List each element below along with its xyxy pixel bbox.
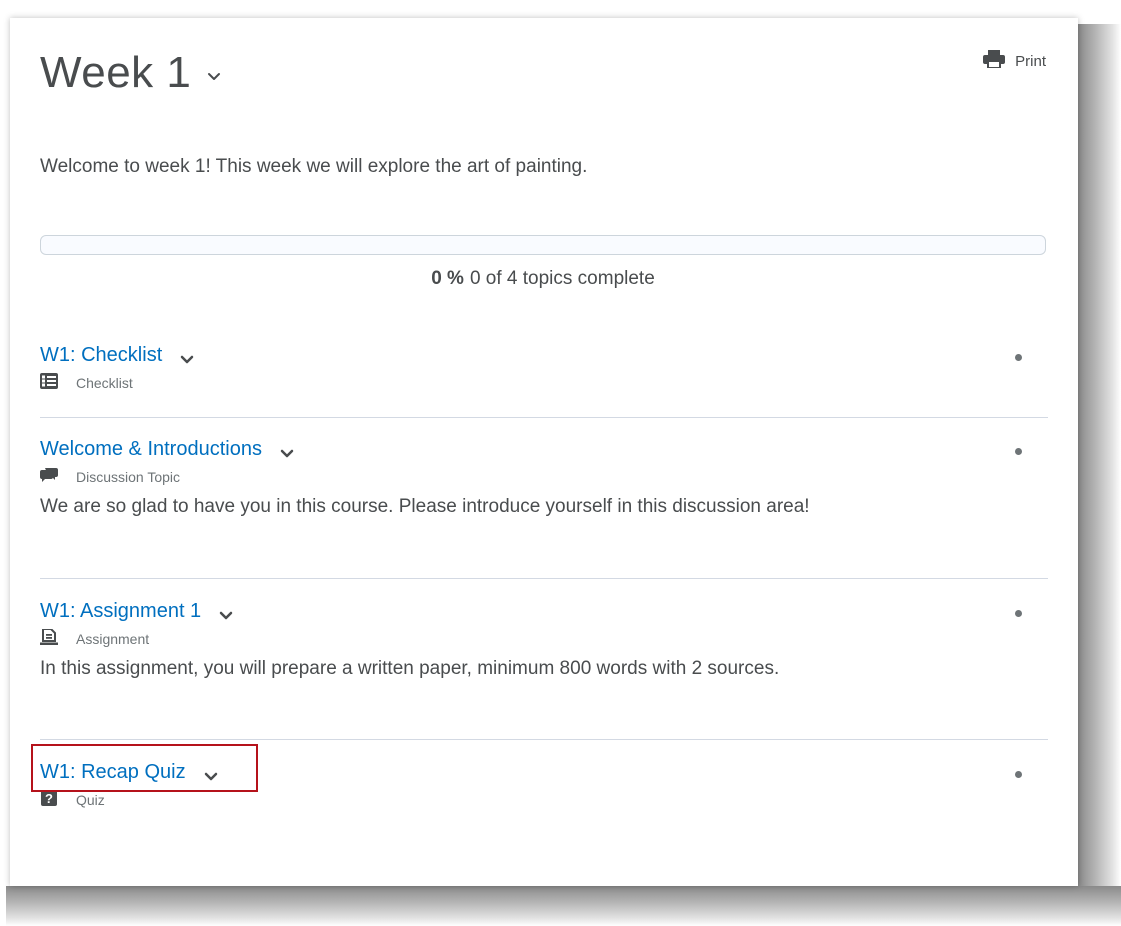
highlight-box bbox=[31, 744, 258, 792]
module-title: Week 1 bbox=[40, 48, 192, 97]
chevron-down-icon[interactable] bbox=[219, 608, 233, 620]
topic-divider bbox=[40, 417, 1048, 418]
progress-summary: 0 % 0 of 4 topics complete bbox=[40, 268, 1046, 290]
topic-title-link[interactable]: W1: Assignment 1 bbox=[40, 600, 201, 623]
printer-icon bbox=[983, 50, 1015, 72]
progress-count: 0 of 4 topics complete bbox=[469, 268, 655, 289]
checklist-icon bbox=[40, 373, 76, 392]
chevron-down-icon[interactable] bbox=[280, 446, 294, 458]
module-chevron-down-icon[interactable] bbox=[207, 70, 221, 84]
topic-status-dot bbox=[1015, 771, 1022, 778]
topic-description: We are so glad to have you in this cours… bbox=[40, 496, 810, 517]
module-heading: Week 1 bbox=[40, 48, 221, 98]
topic-status-dot bbox=[1015, 354, 1022, 361]
progress-percent: 0 % bbox=[431, 268, 464, 289]
topic-type-label: Checklist bbox=[76, 374, 133, 391]
chevron-down-icon[interactable] bbox=[180, 352, 194, 364]
module-intro-text: Welcome to week 1! This week we will exp… bbox=[40, 156, 588, 177]
topic-title-link[interactable]: Welcome & Introductions bbox=[40, 438, 262, 461]
topic-status-dot bbox=[1015, 448, 1022, 455]
progress-bar bbox=[40, 235, 1046, 255]
topic-item-checklist: W1: Checklist Checklist bbox=[40, 344, 1048, 392]
assignment-icon bbox=[40, 628, 76, 648]
topic-item-discussion: Welcome & Introductions Discussion Topic… bbox=[40, 438, 1048, 518]
print-button[interactable]: Print bbox=[983, 50, 1046, 72]
topic-type-label: Quiz bbox=[76, 791, 105, 808]
module-panel: Week 1 Print Welcome to week 1! This wee… bbox=[10, 18, 1078, 886]
discussion-icon bbox=[40, 467, 76, 486]
quiz-icon: ? bbox=[40, 790, 76, 809]
topic-status-dot bbox=[1015, 610, 1022, 617]
screenshot-stage: Week 1 Print Welcome to week 1! This wee… bbox=[0, 0, 1121, 926]
print-label: Print bbox=[1015, 52, 1046, 70]
topic-type-label: Discussion Topic bbox=[76, 468, 181, 485]
topic-title-link[interactable]: W1: Checklist bbox=[40, 344, 162, 367]
panel-shadow-right bbox=[1078, 24, 1121, 898]
topic-divider bbox=[40, 578, 1048, 579]
topic-type-label: Assignment bbox=[76, 630, 150, 647]
svg-text:?: ? bbox=[45, 791, 53, 806]
topic-divider bbox=[40, 739, 1048, 740]
topic-item-assignment: W1: Assignment 1 Assignment In this assi… bbox=[40, 600, 1048, 680]
panel-shadow-bottom bbox=[6, 886, 1121, 926]
topic-description: In this assignment, you will prepare a w… bbox=[40, 658, 780, 679]
